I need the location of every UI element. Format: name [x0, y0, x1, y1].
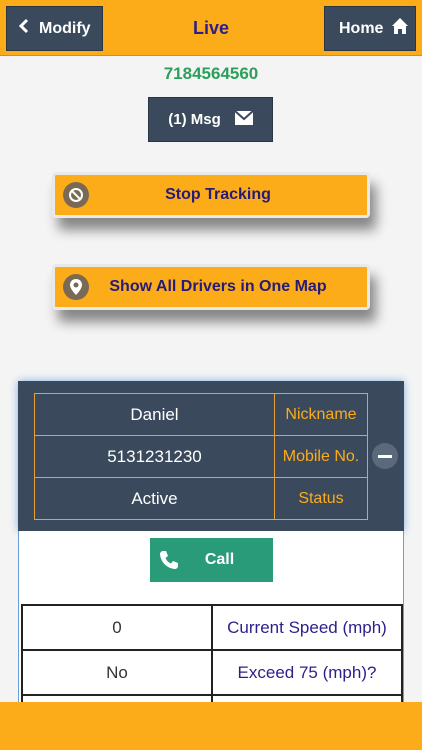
- table-row: Active Status: [34, 477, 368, 520]
- mobile-label: Mobile No.: [274, 435, 368, 478]
- exceed-value: No: [21, 649, 213, 696]
- call-button[interactable]: Call: [150, 538, 273, 582]
- show-all-drivers-button[interactable]: Show All Drivers in One Map: [52, 264, 370, 310]
- driver-nickname: Daniel: [34, 393, 275, 436]
- driver-mobile: 5131231230: [34, 435, 275, 478]
- home-button[interactable]: Home: [324, 6, 416, 51]
- envelope-icon: [234, 109, 254, 129]
- block-icon: [63, 182, 89, 208]
- exceed-label: Exceed 75 (mph)?: [211, 649, 403, 696]
- bottom-bar: [0, 702, 422, 750]
- stop-tracking-button[interactable]: Stop Tracking: [52, 172, 370, 218]
- messages-button[interactable]: (1) Msg: [148, 97, 273, 142]
- table-row: 5131231230 Mobile No.: [34, 435, 368, 478]
- table-row: No Exceed 75 (mph)?: [21, 649, 403, 696]
- phone-number: 7184564560: [163, 64, 259, 83]
- map-pin-icon: [63, 274, 89, 300]
- driver-status: Active: [34, 477, 275, 520]
- show-all-drivers-label: Show All Drivers in One Map: [109, 278, 327, 295]
- messages-label: (1) Msg: [168, 111, 221, 128]
- call-label: Call: [204, 551, 235, 568]
- current-speed-label: Current Speed (mph): [211, 604, 403, 651]
- home-icon: [391, 17, 409, 40]
- top-bar: Modify Live Home: [0, 0, 422, 56]
- collapse-minus-icon[interactable]: [372, 443, 398, 469]
- status-label: Status: [274, 477, 368, 520]
- table-row: 0 Current Speed (mph): [21, 604, 403, 651]
- phone-icon: [158, 549, 184, 571]
- stop-tracking-label: Stop Tracking: [165, 186, 271, 203]
- nickname-label: Nickname: [274, 393, 368, 436]
- table-row: Daniel Nickname: [34, 393, 368, 436]
- driver-panel: Daniel Nickname 5131231230 Mobile No. Ac…: [18, 381, 404, 531]
- driver-info-table: Daniel Nickname 5131231230 Mobile No. Ac…: [34, 393, 368, 520]
- current-speed-value: 0: [21, 604, 213, 651]
- home-label: Home: [339, 19, 384, 37]
